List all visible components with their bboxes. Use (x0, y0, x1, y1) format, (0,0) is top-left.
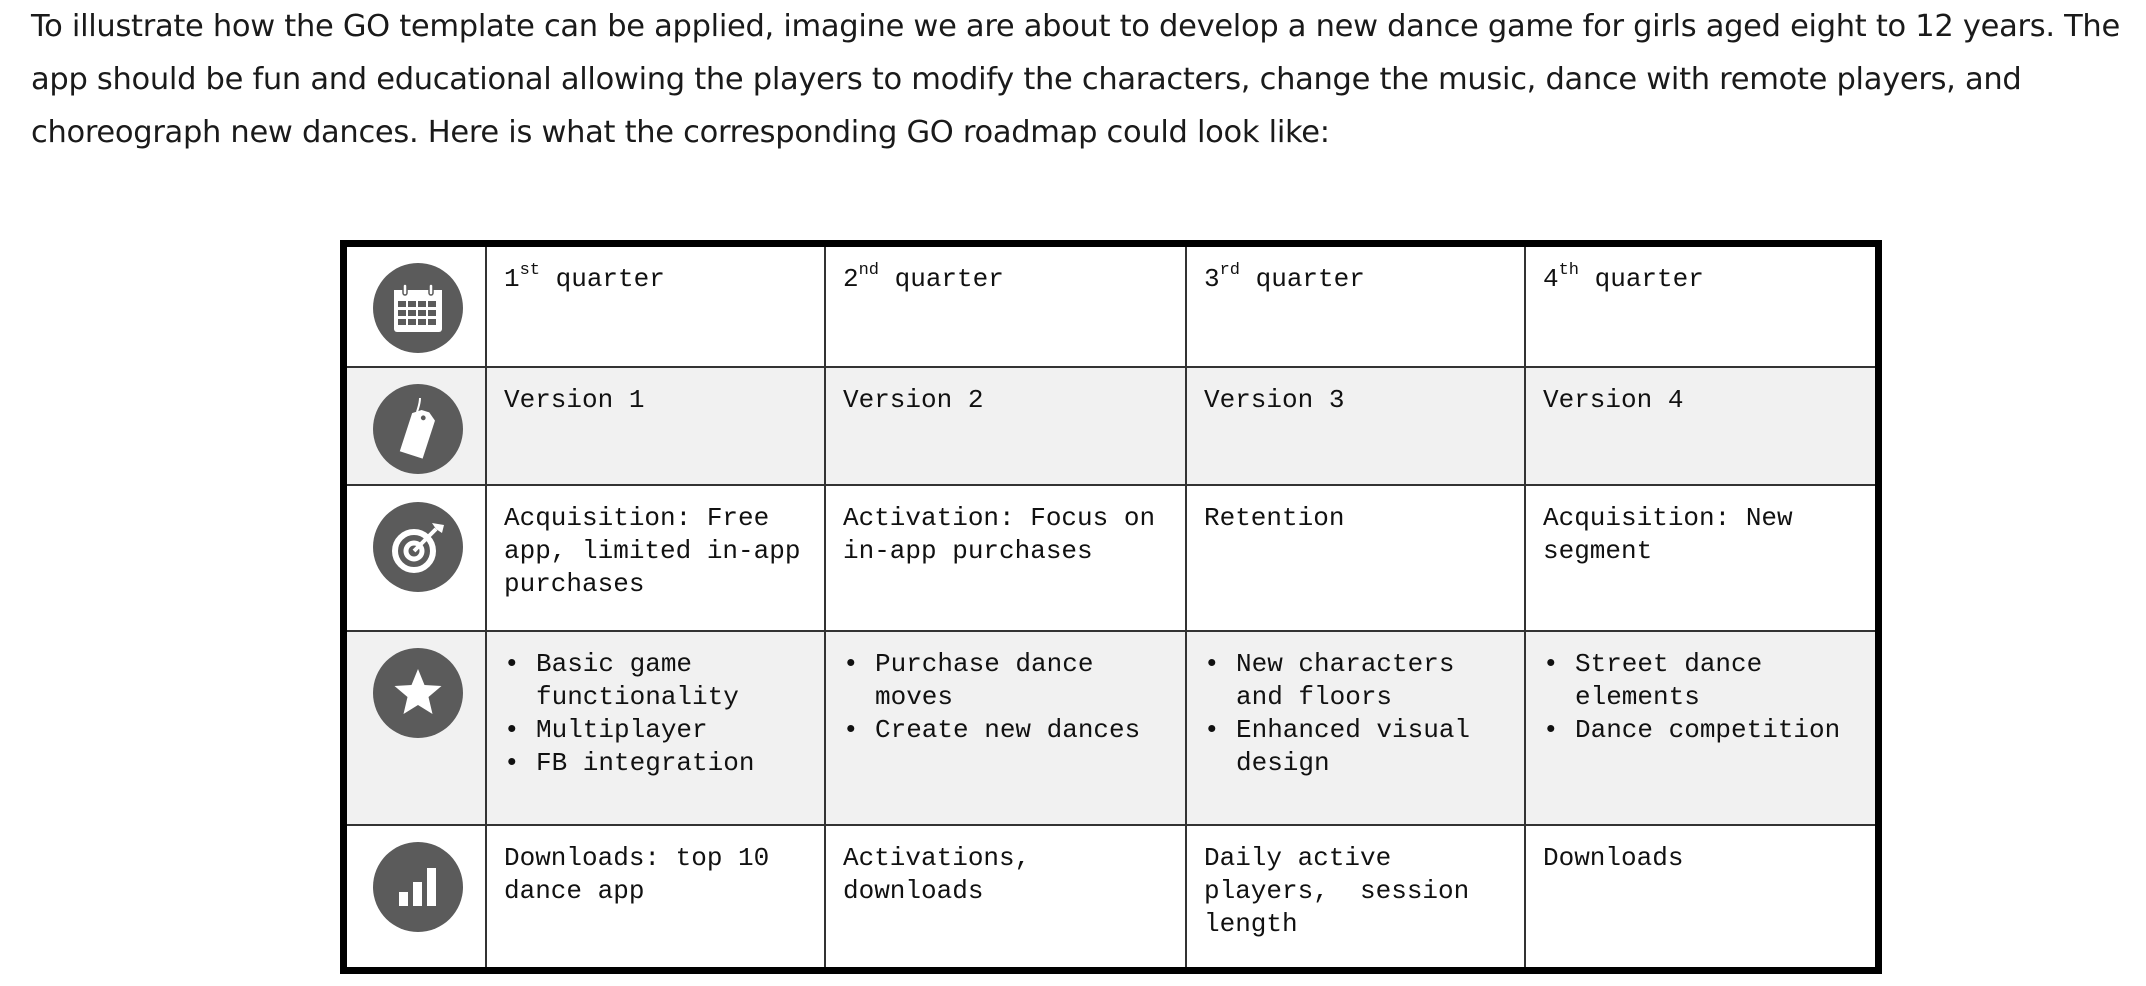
features-cell-4: Street dance elements Dance competition (1524, 630, 1875, 826)
feature-item: Multiplayer (504, 714, 810, 747)
intro-paragraph: To illustrate how the GO template can be… (31, 9, 2120, 150)
version-cell-1: Version 1 (485, 366, 826, 486)
row-features: Basic game functionality Multiplayer FB … (347, 630, 1875, 826)
feature-item: Dance competition (1543, 714, 1861, 747)
feature-item: Street dance elements (1543, 648, 1861, 714)
metrics-cell-4: Downloads (1524, 824, 1875, 967)
row-goal: Acquisition: Free app, limited in-app pu… (347, 484, 1875, 632)
bar-chart-icon (372, 842, 463, 932)
goal-cell-3: Retention (1185, 484, 1526, 632)
quarter-cell-1: 1st quarter (485, 247, 826, 368)
goal-cell-2: Activation: Focus on in-app purchases (824, 484, 1187, 632)
feature-item: Create new dances (843, 714, 1171, 747)
feature-item: Purchase dance moves (843, 648, 1171, 714)
row-date: 1st quarter 2nd quarter 3rd quarter 4th … (347, 247, 1875, 368)
star-icon (372, 648, 463, 738)
metrics-icon-cell (347, 824, 487, 967)
version-cell-2: Version 2 (824, 366, 1187, 486)
goal-cell-4: Acquisition: New segment (1524, 484, 1875, 632)
go-roadmap-table: 1st quarter 2nd quarter 3rd quarter 4th … (340, 240, 1882, 974)
tag-icon (372, 384, 463, 474)
feature-item: Enhanced visual design (1204, 714, 1510, 780)
metrics-cell-3: Daily active players, session length (1185, 824, 1526, 967)
row-version: Version 1 Version 2 Version 3 Version 4 (347, 366, 1875, 486)
quarter-cell-2: 2nd quarter (824, 247, 1187, 368)
features-cell-2: Purchase dance moves Create new dances (824, 630, 1187, 826)
features-cell-3: New characters and floors Enhanced visua… (1185, 630, 1526, 826)
goal-cell-1: Acquisition: Free app, limited in-app pu… (485, 484, 826, 632)
features-icon-cell (347, 630, 487, 826)
metrics-cell-1: Downloads: top 10 dance app (485, 824, 826, 967)
target-icon (372, 502, 463, 592)
version-icon-cell (347, 366, 487, 486)
features-cell-1: Basic game functionality Multiplayer FB … (485, 630, 826, 826)
calendar-icon (372, 263, 463, 353)
feature-item: FB integration (504, 747, 810, 780)
feature-item: Basic game functionality (504, 648, 810, 714)
version-cell-3: Version 3 (1185, 366, 1526, 486)
date-icon-cell (347, 247, 487, 368)
goal-icon-cell (347, 484, 487, 632)
row-metrics: Downloads: top 10 dance app Activations,… (347, 824, 1875, 967)
feature-item: New characters and floors (1204, 648, 1510, 714)
metrics-cell-2: Activations, downloads (824, 824, 1187, 967)
quarter-cell-4: 4th quarter (1524, 247, 1875, 368)
version-cell-4: Version 4 (1524, 366, 1875, 486)
quarter-cell-3: 3rd quarter (1185, 247, 1526, 368)
